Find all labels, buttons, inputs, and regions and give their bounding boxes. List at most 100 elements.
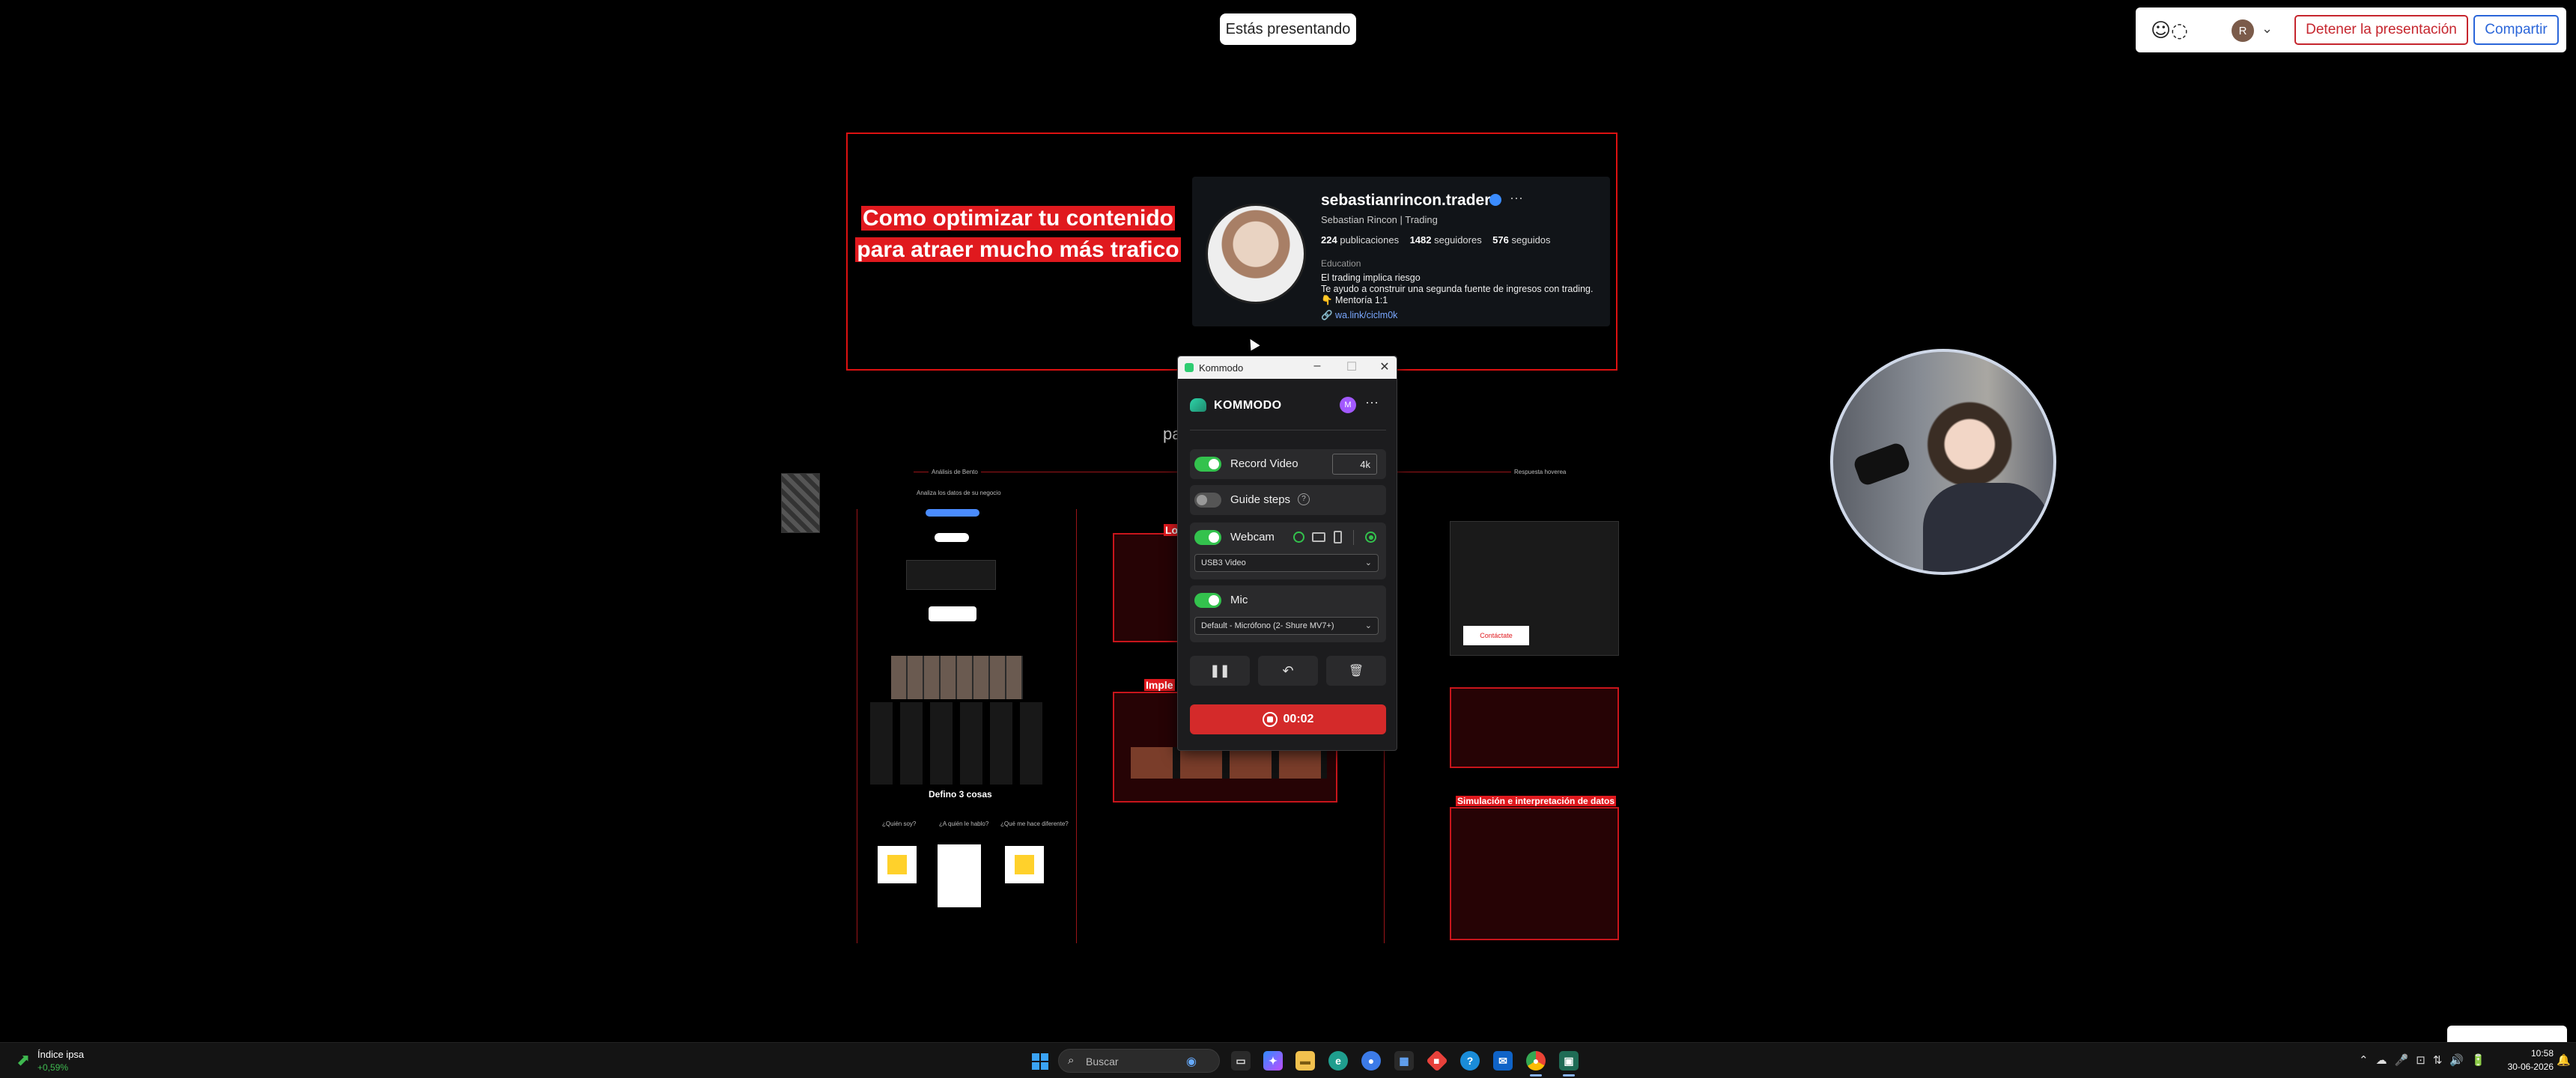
defino-card-3 xyxy=(1005,846,1044,883)
presenting-banner: Estás presentando xyxy=(1220,13,1356,45)
maximize-icon[interactable]: ☐ xyxy=(1344,359,1359,374)
more-options-icon: ··· xyxy=(1510,190,1523,205)
profile-bio: El trading implica riesgo Te ayudo a con… xyxy=(1321,272,1594,305)
share-button[interactable]: Compartir xyxy=(2473,15,2559,45)
defino-card-2 xyxy=(938,844,981,907)
profile-photo xyxy=(1206,204,1306,304)
kommodo-taskbar-icon[interactable]: ▣ xyxy=(1559,1051,1579,1071)
webcam-active-dot-icon[interactable] xyxy=(1365,532,1376,543)
edge-icon[interactable]: e xyxy=(1328,1051,1348,1071)
close-icon[interactable]: ✕ xyxy=(1377,359,1392,374)
guide-steps-toggle[interactable] xyxy=(1194,493,1221,508)
webcam-label: Webcam xyxy=(1230,531,1275,543)
defino-item-1: ¿Quién soy? xyxy=(882,820,917,827)
presentation-sharebar: ☺◌ R ⌄ Detener la presentación Compartir xyxy=(2136,7,2566,52)
quality-select[interactable]: 4k xyxy=(1332,454,1377,475)
taskbar-search[interactable]: ⌕ Buscar ◉ xyxy=(1058,1049,1220,1073)
col1-profile-preview xyxy=(906,560,996,590)
stop-presenting-button[interactable]: Detener la presentación xyxy=(2294,15,2468,45)
mic-toggle[interactable] xyxy=(1194,593,1221,608)
bottom-corner-panel[interactable] xyxy=(2447,1026,2567,1042)
webcam-section: Webcam USB3 Video ⌄ xyxy=(1190,523,1386,579)
anydesk-icon[interactable]: ◆ xyxy=(1426,1050,1448,1072)
delete-button[interactable]: 🗑 xyxy=(1326,656,1386,686)
board-header-left: Análisis de Bento xyxy=(929,469,981,475)
help-icon[interactable]: ? xyxy=(1298,493,1310,505)
col1-blue-pill xyxy=(926,509,979,517)
mic-device-select[interactable]: Default - Micrófono (2- Shure MV7+) ⌄ xyxy=(1194,617,1379,635)
mic-label: Mic xyxy=(1230,594,1248,606)
chrome-icon[interactable]: ● xyxy=(1526,1051,1546,1071)
microphone-in-video xyxy=(1852,441,1912,487)
defino-title: Defino 3 cosas xyxy=(929,789,992,800)
profile-username: sebastianrincon.trader xyxy=(1321,192,1491,209)
widget-value[interactable]: +0,59% xyxy=(37,1062,68,1073)
kommodo-avatar[interactable]: M xyxy=(1340,397,1356,413)
active-indicator xyxy=(1563,1074,1575,1077)
copilot-icon[interactable]: ✦ xyxy=(1263,1051,1283,1071)
verified-badge-icon xyxy=(1489,194,1501,206)
user-avatar[interactable]: R xyxy=(2232,19,2254,42)
undo-icon: ↶ xyxy=(1282,663,1294,678)
recording-timer: 00:02 xyxy=(1283,713,1314,725)
mic-section: Mic Default - Micrófono (2- Shure MV7+) ⌄ xyxy=(1190,585,1386,642)
emoji-ring-icon[interactable]: ☺◌ xyxy=(2151,19,2188,42)
stop-icon xyxy=(1262,712,1278,727)
webcam-toggle[interactable] xyxy=(1194,530,1221,545)
shape-landscape-icon[interactable] xyxy=(1312,532,1325,542)
pause-icon: ❚❚ xyxy=(1209,665,1230,677)
chrome-app-icon[interactable]: ● xyxy=(1361,1051,1381,1071)
webcam-bubble[interactable] xyxy=(1830,349,2056,575)
restart-button[interactable]: ↶ xyxy=(1258,656,1318,686)
clock-time[interactable]: 10:58 xyxy=(2494,1048,2554,1059)
clock-date[interactable]: 30-06-2026 xyxy=(2494,1062,2554,1072)
kommodo-brand: KOMMODO xyxy=(1214,399,1282,412)
shape-circle-icon[interactable] xyxy=(1293,532,1304,543)
guide-steps-row: Guide steps ? xyxy=(1190,485,1386,515)
board-email-button: Contáctate xyxy=(1463,626,1529,645)
col1-caption: Analiza los datos de su negocio xyxy=(917,490,1001,496)
board-simulation-label: Simulación e interpretación de datos xyxy=(1456,796,1617,806)
file-explorer-icon[interactable]: ▬ xyxy=(1295,1051,1315,1071)
trash-icon: 🗑 xyxy=(1348,665,1364,677)
kommodo-window-title: Kommodo xyxy=(1199,362,1244,374)
windows-start-icon[interactable] xyxy=(1032,1053,1048,1070)
slide-title: Como optimizar tu contenido para atraer … xyxy=(855,206,1181,262)
guide-steps-label: Guide steps xyxy=(1230,493,1291,506)
outlook-icon[interactable]: ✉ xyxy=(1493,1051,1513,1071)
record-video-row: Record Video 4k xyxy=(1190,449,1386,479)
separator xyxy=(1353,530,1354,545)
profile-fullname: Sebastian Rincon | Trading xyxy=(1321,214,1438,225)
profile-stats: 224 publicaciones 1482 seguidores 576 se… xyxy=(1321,234,1551,246)
defino-item-2: ¿A quién le hablo? xyxy=(939,820,989,827)
shape-portrait-icon[interactable] xyxy=(1334,531,1342,543)
pause-button[interactable]: ❚❚ xyxy=(1190,656,1250,686)
col1-white-pill xyxy=(935,533,969,542)
help-app-icon[interactable]: ? xyxy=(1460,1051,1480,1071)
col1-second-grid xyxy=(870,702,1042,785)
col1-right-line xyxy=(1076,509,1077,943)
system-tray-icons[interactable]: ⌃☁🎤⊡⇅🔊🔋 xyxy=(2359,1053,2493,1067)
board-thumbnail-small xyxy=(781,473,820,533)
record-video-toggle[interactable] xyxy=(1194,457,1221,472)
store-icon[interactable]: ▦ xyxy=(1394,1051,1414,1071)
profile-category: Education xyxy=(1321,258,1361,269)
presenter-body xyxy=(1923,483,2050,572)
chevron-down-icon[interactable]: ⌄ xyxy=(2261,21,2273,37)
board-header-right: Respuesta hoverea xyxy=(1511,469,1570,475)
kommodo-window[interactable]: Kommodo – ☐ ✕ KOMMODO M ⋯ Record Video 4… xyxy=(1177,356,1397,751)
webcam-device-select[interactable]: USB3 Video ⌄ xyxy=(1194,554,1379,572)
stop-recording-button[interactable]: 00:02 xyxy=(1190,704,1386,734)
stock-chart-icon[interactable]: ⬈ xyxy=(16,1050,30,1070)
chevron-down-icon: ⌄ xyxy=(1364,621,1372,630)
more-menu-icon[interactable]: ⋯ xyxy=(1365,395,1379,411)
board-red-box-flow xyxy=(1450,687,1619,768)
task-view-icon[interactable]: ▭ xyxy=(1231,1051,1251,1071)
search-placeholder: Buscar xyxy=(1086,1056,1119,1068)
widget-name[interactable]: Índice ipsa xyxy=(37,1049,84,1060)
board-red-box-simulation xyxy=(1450,807,1619,940)
notifications-icon[interactable]: 🔔 xyxy=(2557,1053,2571,1067)
board-label-imple: Imple xyxy=(1144,679,1175,691)
kommodo-titlebar[interactable]: Kommodo – ☐ ✕ xyxy=(1178,356,1397,379)
minimize-icon[interactable]: – xyxy=(1310,359,1325,373)
